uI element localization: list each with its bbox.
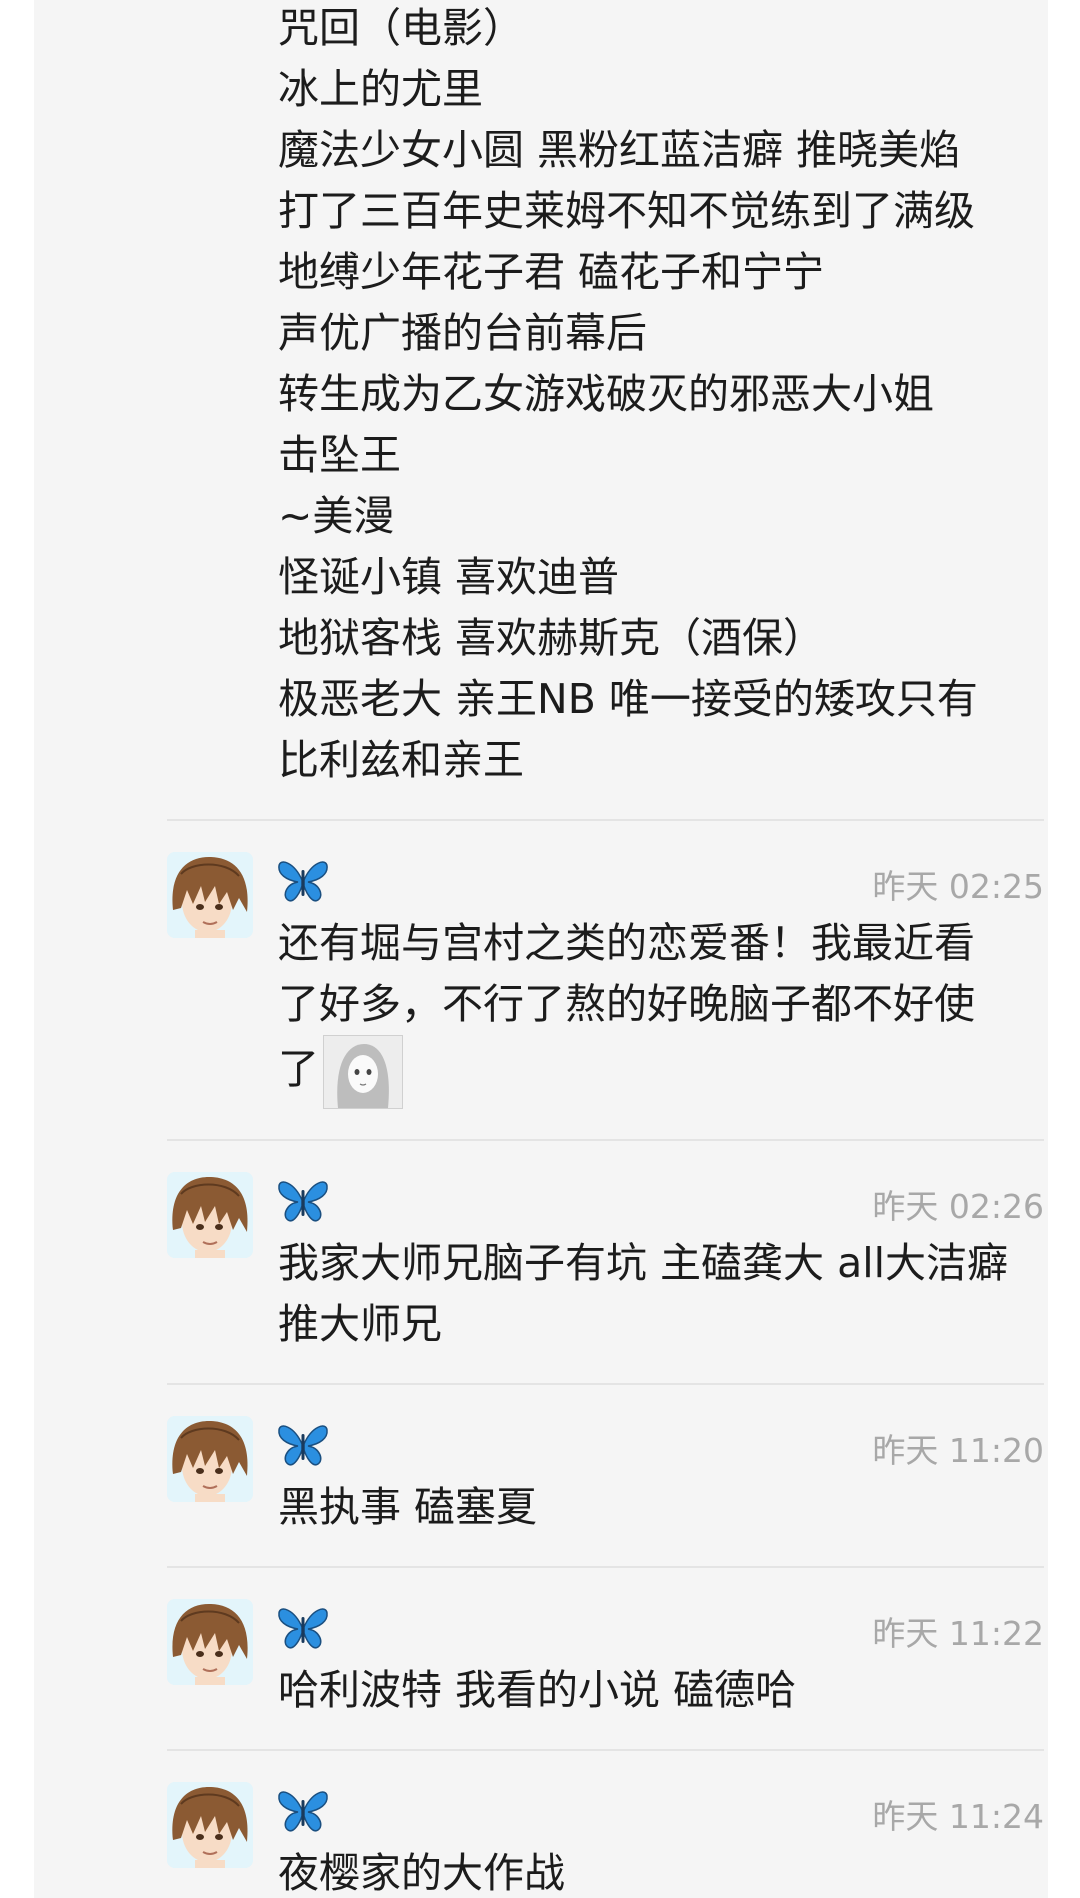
anime-girl-sticker[interactable]	[323, 1035, 403, 1109]
butterfly-icon[interactable]	[276, 1603, 330, 1653]
timestamp: 昨天 11:22	[872, 1614, 1044, 1653]
comment-line: 我家大师兄脑子有坑 主磕龚大 all大洁癖	[278, 1239, 1008, 1287]
comment-line: 声优广播的台前幕后	[278, 309, 647, 357]
timestamp: 昨天 02:26	[872, 1187, 1044, 1226]
butterfly-icon[interactable]	[276, 1786, 330, 1836]
avatar[interactable]	[167, 1782, 253, 1868]
comment-line: 怪诞小镇 喜欢迪普	[278, 553, 620, 601]
comment-line: 冰上的尤里	[278, 65, 483, 113]
comment-line: 魔法少女小圆 黑粉红蓝洁癖 推晓美焰	[278, 126, 961, 174]
comment-line: 哈利波特 我看的小说 磕德哈	[278, 1666, 797, 1714]
avatar[interactable]	[167, 1599, 253, 1685]
divider	[167, 1383, 1044, 1385]
comment-line: 咒回（电影）	[278, 4, 524, 52]
comment-thread: 咒回（电影） 冰上的尤里 魔法少女小圆 黑粉红蓝洁癖 推晓美焰 打了三百年史莱姆…	[34, 0, 1048, 1898]
comment-line: 了好多，不行了熬的好晚脑子都不好使	[278, 980, 975, 1028]
butterfly-icon[interactable]	[276, 856, 330, 906]
comment-line: 地缚少年花子君 磕花子和宁宁	[278, 248, 825, 296]
divider	[167, 819, 1044, 821]
avatar[interactable]	[167, 1416, 253, 1502]
comment-line: 地狱客栈 喜欢赫斯克（酒保）	[278, 614, 825, 662]
comment-line: 黑执事 磕塞夏	[278, 1483, 538, 1531]
timestamp: 昨天 02:25	[872, 867, 1044, 906]
comment-line-text: 了	[278, 1045, 319, 1093]
comment-line: 转生成为乙女游戏破灭的邪恶大小姐	[278, 370, 934, 418]
butterfly-icon[interactable]	[276, 1420, 330, 1470]
avatar[interactable]	[167, 1172, 253, 1258]
butterfly-icon[interactable]	[276, 1176, 330, 1226]
comment-line: 极恶老大 亲王NB 唯一接受的矮攻只有	[278, 675, 978, 723]
comment-line: 了	[278, 1035, 403, 1109]
divider	[167, 1566, 1044, 1568]
comment-line: 比利兹和亲王	[278, 736, 524, 784]
avatar[interactable]	[167, 852, 253, 938]
divider	[167, 1139, 1044, 1141]
timestamp: 昨天 11:24	[872, 1797, 1044, 1836]
comment-line: 夜樱家的大作战	[278, 1849, 565, 1897]
comment-line: 还有堀与宫村之类的恋爱番！我最近看	[278, 919, 975, 967]
comment-line: 推大师兄	[278, 1300, 442, 1348]
timestamp: 昨天 11:20	[872, 1431, 1044, 1470]
divider	[167, 1749, 1044, 1751]
comment-line: 打了三百年史莱姆不知不觉练到了满级	[278, 187, 975, 235]
comment-line: 击坠王	[278, 431, 401, 479]
comment-line: ~美漫	[278, 492, 395, 540]
